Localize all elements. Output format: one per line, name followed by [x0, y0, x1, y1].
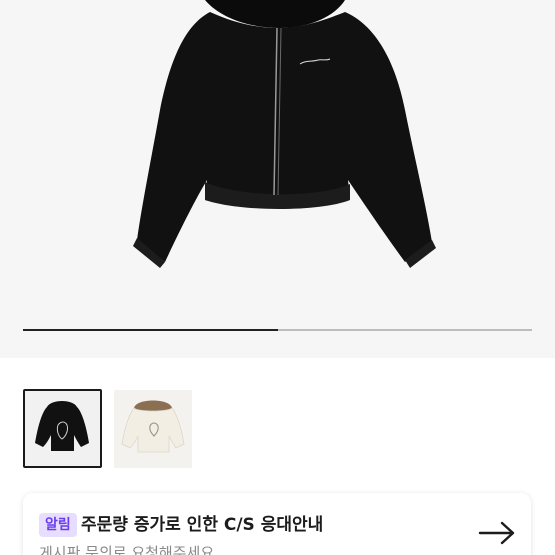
- notice-badge: 알림: [39, 513, 77, 537]
- thumbnail-black-jacket[interactable]: [23, 389, 102, 468]
- notice-subtitle: 게시판 문의로 요청해주세요: [39, 544, 215, 555]
- notice-title: 주문량 증가로 인한 C/S 응대안내: [81, 515, 324, 535]
- gallery-progress-track: [23, 329, 532, 331]
- thumbnail-image: [25, 391, 100, 466]
- notice-card[interactable]: 알림 주문량 증가로 인한 C/S 응대안내 게시판 문의로 요청해주세요: [23, 493, 531, 555]
- thumbnail-strip: [23, 389, 203, 469]
- arrow-right-icon[interactable]: [478, 521, 516, 545]
- product-image-gallery[interactable]: [0, 0, 555, 358]
- thumbnail-image: [114, 390, 192, 468]
- gallery-progress-fill: [23, 329, 278, 331]
- thumbnail-white-jacket[interactable]: [114, 390, 192, 468]
- product-image: [133, 0, 436, 268]
